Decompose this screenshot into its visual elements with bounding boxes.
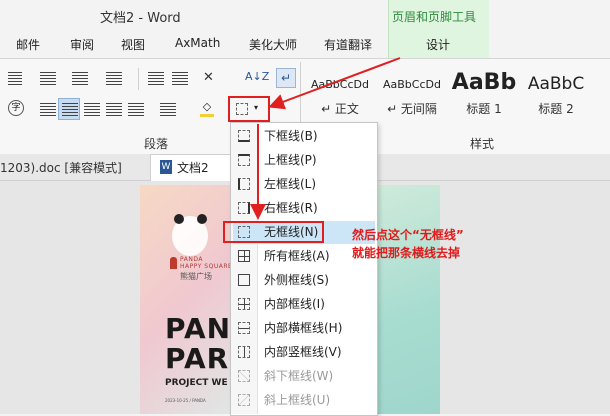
annotation-text: 然后点这个“无框线” 就能把那条横线去掉: [352, 226, 502, 262]
annotation-line: 然后点这个“无框线”: [352, 228, 464, 242]
annotation-line: 就能把那条横线去掉: [352, 246, 461, 260]
arrow-to-borders-button: [268, 57, 401, 110]
annotation-arrows: [250, 57, 401, 220]
